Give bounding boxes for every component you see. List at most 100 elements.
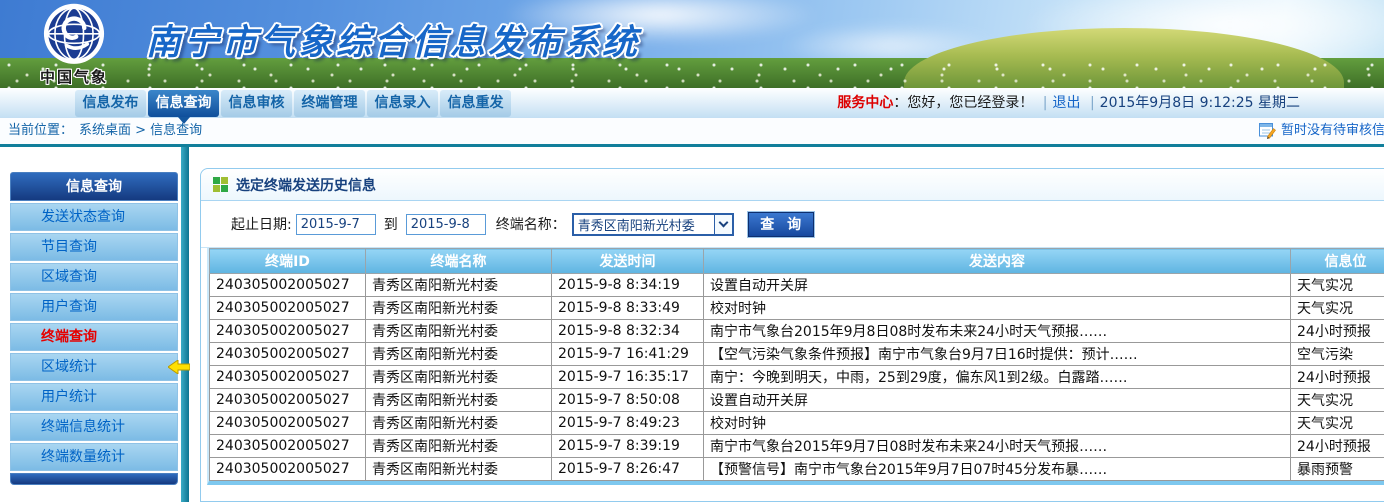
cell-info-position: 天气实况 xyxy=(1291,412,1384,435)
cell-terminal-id: 240305002005027 xyxy=(210,389,366,412)
sidebar-splitter[interactable] xyxy=(181,147,189,502)
table-row: 240305002005027 青秀区南阳新光村委 2015-9-7 8:26:… xyxy=(210,458,1384,481)
cell-info-position: 24小时预报 xyxy=(1291,320,1384,343)
table-row: 240305002005027 青秀区南阳新光村委 2015-9-8 8:34:… xyxy=(210,274,1384,297)
panel-header: 选定终端发送历史信息 xyxy=(201,169,1384,201)
nav-tab[interactable]: 信息重发 xyxy=(440,90,511,117)
cell-send-time: 2015-9-7 16:35:17 xyxy=(552,366,704,389)
logo-text: 中国气象 xyxy=(26,66,122,87)
cell-terminal-name: 青秀区南阳新光村委 xyxy=(366,297,552,320)
nav-tab[interactable]: 信息查询 xyxy=(148,90,219,117)
nav-tab[interactable]: 信息发布 xyxy=(75,90,146,117)
nav-bar: 信息发布信息查询信息审核终端管理信息录入信息重发 服务中心：您好，您已经登录！ … xyxy=(0,88,1384,118)
sidebar-item[interactable]: 终端数量统计 xyxy=(10,443,178,471)
panel-title: 选定终端发送历史信息 xyxy=(236,175,376,195)
cell-terminal-id: 240305002005027 xyxy=(210,274,366,297)
sidebar-item[interactable]: 终端查询 xyxy=(10,323,178,351)
cell-terminal-id: 240305002005027 xyxy=(210,458,366,481)
cell-terminal-id: 240305002005027 xyxy=(210,435,366,458)
cell-terminal-name: 青秀区南阳新光村委 xyxy=(366,274,552,297)
sidebar-item[interactable]: 区域统计 xyxy=(10,353,178,381)
table-header-row: 终端ID终端名称发送时间发送内容信息位 xyxy=(210,249,1384,274)
cell-send-content: 设置自动开关屏 xyxy=(704,389,1291,412)
nav-tab[interactable]: 信息审核 xyxy=(221,90,292,117)
table-row: 240305002005027 青秀区南阳新光村委 2015-9-8 8:32:… xyxy=(210,320,1384,343)
cell-send-content: 【预警信号】南宁市气象台2015年9月7日07时45分发布暴…… xyxy=(704,458,1291,481)
cell-info-position: 24小时预报 xyxy=(1291,366,1384,389)
cell-send-time: 2015-9-8 8:32:34 xyxy=(552,320,704,343)
sidebar-item[interactable]: 节目查询 xyxy=(10,233,178,261)
table-row: 240305002005027 青秀区南阳新光村委 2015-9-7 8:49:… xyxy=(210,412,1384,435)
cell-send-content: 南宁：今晚到明天，中雨，25到29度，偏东风1到2级。白露踏…… xyxy=(704,366,1291,389)
sidebar-item[interactable]: 用户查询 xyxy=(10,293,178,321)
cell-terminal-name: 青秀区南阳新光村委 xyxy=(366,320,552,343)
date-to-input[interactable] xyxy=(406,214,486,235)
cell-terminal-id: 240305002005027 xyxy=(210,343,366,366)
search-button[interactable]: 查 询 xyxy=(748,212,814,237)
login-greeting: ：您好，您已经登录！ xyxy=(893,95,1033,111)
table-row: 240305002005027 青秀区南阳新光村委 2015-9-7 16:35… xyxy=(210,366,1384,389)
cell-send-time: 2015-9-8 8:33:49 xyxy=(552,297,704,320)
table-header-cell: 终端名称 xyxy=(366,249,552,274)
terminal-name-label: 终端名称： xyxy=(496,214,566,234)
sidebar-title: 信息查询 xyxy=(10,172,178,201)
sidebar-item[interactable]: 区域查询 xyxy=(10,263,178,291)
to-label: 到 xyxy=(384,214,398,234)
logout-link[interactable]: 退出 xyxy=(1053,95,1081,111)
terminal-select[interactable]: 青秀区南阳新光村委 xyxy=(572,213,734,236)
nav-tab[interactable]: 信息录入 xyxy=(367,90,438,117)
cell-terminal-id: 240305002005027 xyxy=(210,297,366,320)
content-area: 信息查询 发送状态查询节目查询区域查询用户查询终端查询区域统计用户统计终端信息统… xyxy=(0,147,1384,502)
sidebar-item[interactable]: 终端信息统计 xyxy=(10,413,178,441)
cell-info-position: 天气实况 xyxy=(1291,389,1384,412)
cell-send-time: 2015-9-7 16:41:29 xyxy=(552,343,704,366)
table-row: 240305002005027 青秀区南阳新光村委 2015-9-7 8:50:… xyxy=(210,389,1384,412)
nav-tabs: 信息发布信息查询信息审核终端管理信息录入信息重发 xyxy=(75,90,511,117)
table-header-cell: 发送内容 xyxy=(704,249,1291,274)
cell-send-time: 2015-9-7 8:50:08 xyxy=(552,389,704,412)
table-header-cell: 终端ID xyxy=(210,249,366,274)
cell-send-time: 2015-9-7 8:49:23 xyxy=(552,412,704,435)
terminal-select-value: 青秀区南阳新光村委 xyxy=(574,215,695,234)
date-from-input[interactable] xyxy=(296,214,376,235)
collapse-arrow-icon[interactable] xyxy=(168,359,190,378)
sidebar-items: 发送状态查询节目查询区域查询用户查询终端查询区域统计用户统计终端信息统计终端数量… xyxy=(10,203,178,471)
cell-info-position: 24小时预报 xyxy=(1291,435,1384,458)
cell-send-time: 2015-9-8 8:34:19 xyxy=(552,274,704,297)
table-row: 240305002005027 青秀区南阳新光村委 2015-9-8 8:33:… xyxy=(210,297,1384,320)
cell-terminal-name: 青秀区南阳新光村委 xyxy=(366,343,552,366)
history-table: 终端ID终端名称发送时间发送内容信息位 240305002005027 青秀区南… xyxy=(209,248,1384,481)
cell-terminal-name: 青秀区南阳新光村委 xyxy=(366,412,552,435)
cell-send-content: 校对时钟 xyxy=(704,297,1291,320)
sidebar-item[interactable]: 发送状态查询 xyxy=(10,203,178,231)
cell-terminal-name: 青秀区南阳新光村委 xyxy=(366,435,552,458)
cell-terminal-id: 240305002005027 xyxy=(210,320,366,343)
banner: 中国气象 南宁市气象综合信息发布系统 xyxy=(0,0,1384,88)
sidebar-item[interactable]: 用户统计 xyxy=(10,383,178,411)
cell-terminal-id: 240305002005027 xyxy=(210,412,366,435)
cell-send-time: 2015-9-7 8:39:19 xyxy=(552,435,704,458)
chevron-down-icon xyxy=(714,215,732,234)
nav-tab[interactable]: 终端管理 xyxy=(294,90,365,117)
main-panel: 选定终端发送历史信息 起止日期: 到 终端名称： 青秀区南阳新光村委 查 询 终… xyxy=(200,168,1384,502)
grid-squares-icon xyxy=(213,177,228,192)
cma-logo: 中国气象 xyxy=(26,3,122,87)
cell-send-content: 校对时钟 xyxy=(704,412,1291,435)
cell-send-content: 南宁市气象台2015年9月8日08时发布未来24小时天气预报…… xyxy=(704,320,1291,343)
cell-terminal-name: 青秀区南阳新光村委 xyxy=(366,389,552,412)
cell-send-time: 2015-9-7 8:26:47 xyxy=(552,458,704,481)
table-header-cell: 信息位 xyxy=(1291,249,1384,274)
history-table-body: 240305002005027 青秀区南阳新光村委 2015-9-8 8:34:… xyxy=(210,274,1384,481)
sidebar: 信息查询 发送状态查询节目查询区域查询用户查询终端查询区域统计用户统计终端信息统… xyxy=(10,172,178,485)
cell-terminal-name: 青秀区南阳新光村委 xyxy=(366,366,552,389)
table-row: 240305002005027 青秀区南阳新光村委 2015-9-7 16:41… xyxy=(210,343,1384,366)
cell-terminal-name: 青秀区南阳新光村委 xyxy=(366,458,552,481)
edit-document-icon xyxy=(1259,123,1276,139)
table-header-cell: 发送时间 xyxy=(552,249,704,274)
cma-globe-icon xyxy=(37,3,111,69)
cell-info-position: 天气实况 xyxy=(1291,274,1384,297)
cell-info-position: 天气实况 xyxy=(1291,297,1384,320)
breadcrumb: 当前位置：系统桌面 > 信息查询 xyxy=(8,123,202,138)
cell-info-position: 暴雨预警 xyxy=(1291,458,1384,481)
cell-send-content: 【空气污染气象条件预报】南宁市气象台9月7日16时提供：预计…… xyxy=(704,343,1291,366)
